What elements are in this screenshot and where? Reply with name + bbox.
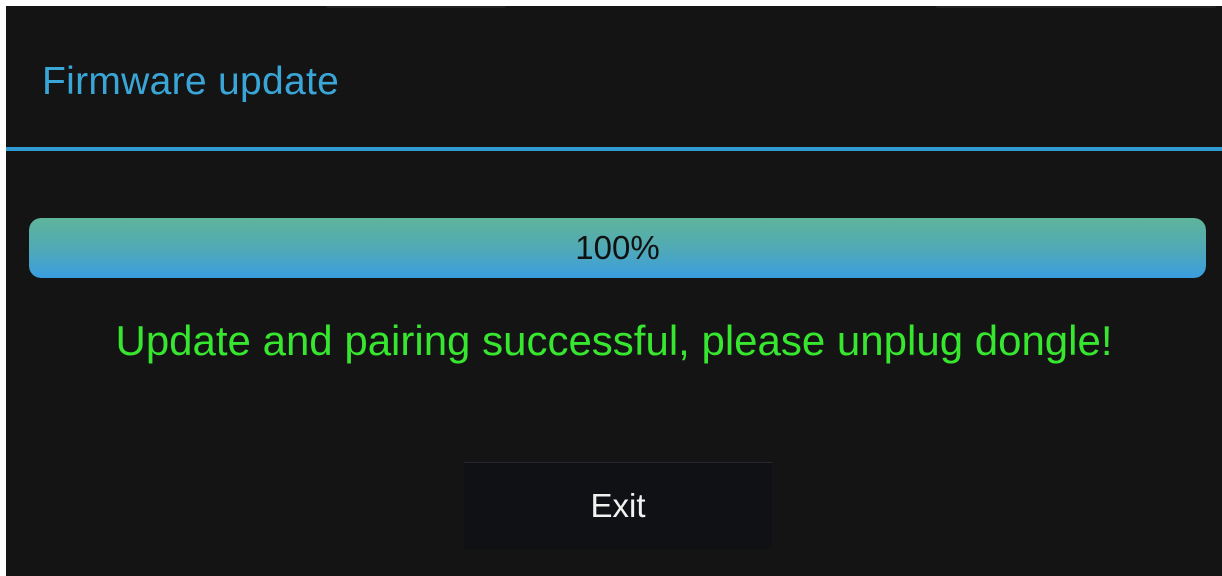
status-message: Update and pairing successful, please un… [115, 317, 1113, 364]
exit-button[interactable]: Exit [464, 462, 772, 549]
progress-bar: 100% [29, 218, 1206, 278]
background-ghost-element [326, 6, 506, 8]
title-divider [6, 147, 1222, 151]
background-ghost-element [936, 6, 1216, 8]
dialog-title: Firmware update [42, 60, 340, 103]
firmware-update-dialog: Firmware update 100% Update and pairing … [6, 6, 1222, 576]
progress-label: 100% [575, 229, 660, 266]
